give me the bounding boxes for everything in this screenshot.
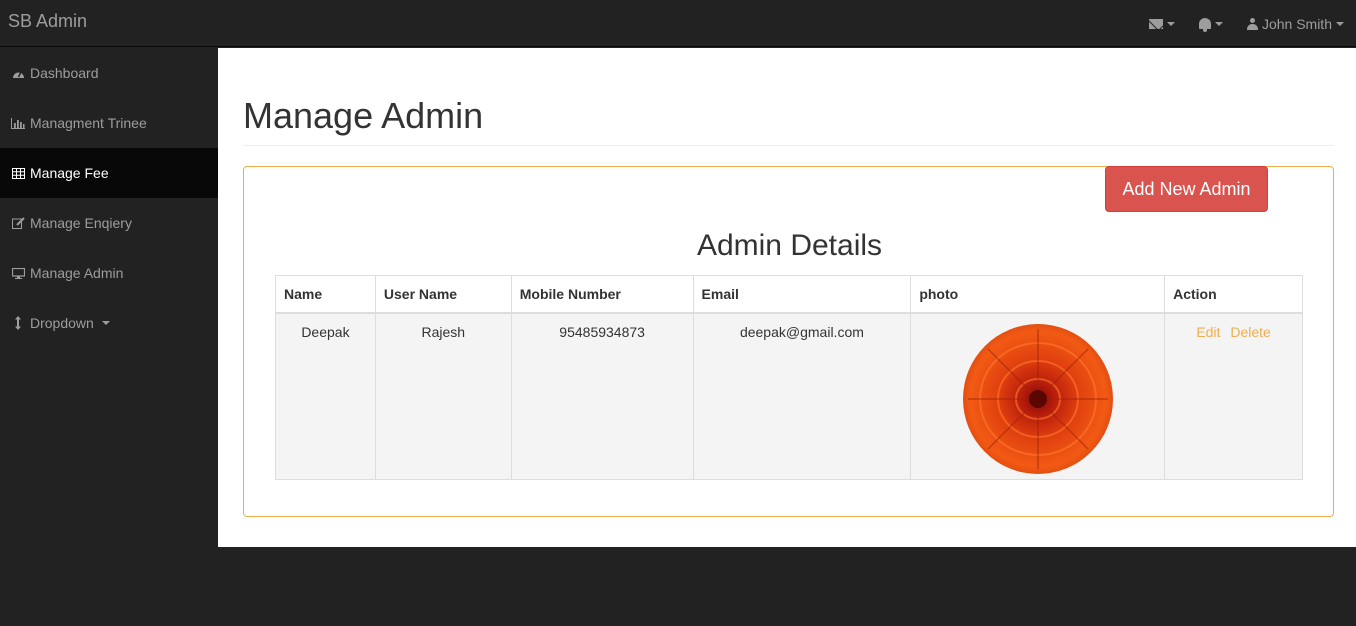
sidebar-item-manage-fee[interactable]: Manage Fee	[0, 148, 218, 198]
sidebar-item-label: Manage Fee	[30, 165, 109, 181]
sidebar-item-manage-enqiery[interactable]: Manage Enqiery	[0, 198, 218, 248]
delete-link[interactable]: Delete	[1230, 324, 1270, 340]
page-wrapper: Manage Admin Add New Admin Admin Details…	[218, 48, 1356, 547]
user-name: John Smith	[1261, 15, 1332, 32]
column-header-email: Email	[692, 275, 912, 314]
alerts-dropdown[interactable]	[1187, 0, 1235, 47]
table-row: Deepak Rajesh 95485934873 deepak@gmail.c…	[275, 312, 1303, 480]
sidebar-item-managment-trinee[interactable]: Managment Trinee	[0, 98, 218, 148]
sidebar-item-dropdown[interactable]: Dropdown	[0, 298, 218, 348]
column-header-photo: photo	[910, 275, 1166, 314]
sidebar-item-label: Dashboard	[30, 65, 99, 81]
cell-action: Edit Delete	[1164, 312, 1303, 480]
caret-down-icon	[101, 321, 110, 325]
navbar-right: John Smith	[1137, 0, 1356, 47]
caret-down-icon	[1214, 21, 1223, 26]
column-header-mobile-number: Mobile Number	[510, 275, 694, 314]
brand-logo[interactable]: SB Admin	[8, 11, 87, 32]
dashboard-icon	[10, 68, 26, 79]
sidebar: Dashboard Managment Trinee Manage Fee Ma…	[0, 48, 218, 348]
cell-email: deepak@gmail.com	[692, 312, 912, 480]
envelope-icon	[1148, 18, 1163, 29]
cell-photo	[910, 312, 1166, 480]
caret-down-icon	[1166, 21, 1175, 26]
messages-dropdown[interactable]	[1137, 0, 1187, 47]
caret-down-icon	[1336, 21, 1344, 26]
table-icon	[10, 167, 26, 179]
column-header-action: Action	[1164, 275, 1303, 314]
add-new-admin-button[interactable]: Add New Admin	[1105, 166, 1268, 212]
page-title: Manage Admin	[243, 95, 484, 136]
user-icon	[1246, 17, 1258, 30]
user-dropdown[interactable]: John Smith	[1235, 0, 1356, 47]
column-header-name: Name	[275, 275, 376, 314]
edit-icon	[10, 217, 26, 229]
sidebar-item-label: Manage Admin	[30, 265, 124, 281]
admin-table: Name User Name Mobile Number Email photo…	[275, 275, 1303, 480]
desktop-icon	[10, 267, 26, 279]
table-header-row: Name User Name Mobile Number Email photo…	[275, 275, 1303, 314]
admin-panel: Add New Admin Admin Details Name User Na…	[243, 166, 1334, 517]
cell-name: Deepak	[275, 312, 376, 480]
cell-user-name: Rajesh	[374, 312, 512, 480]
top-navbar: SB Admin John Smith	[0, 0, 1356, 47]
cell-mobile-number: 95485934873	[510, 312, 694, 480]
sidebar-item-manage-admin[interactable]: Manage Admin	[0, 248, 218, 298]
page-header: Manage Admin	[243, 96, 1334, 146]
column-header-user-name: User Name	[374, 275, 512, 314]
bell-icon	[1198, 18, 1211, 32]
arrows-v-icon	[10, 316, 26, 330]
bar-chart-icon	[10, 117, 26, 129]
admin-photo	[962, 323, 1113, 474]
admin-details-title: Admin Details	[696, 229, 883, 262]
sidebar-item-label: Managment Trinee	[30, 115, 147, 131]
sidebar-item-dashboard[interactable]: Dashboard	[0, 48, 218, 98]
edit-link[interactable]: Edit	[1196, 324, 1220, 340]
sidebar-item-label: Dropdown	[30, 315, 94, 331]
sidebar-item-label: Manage Enqiery	[30, 215, 132, 231]
